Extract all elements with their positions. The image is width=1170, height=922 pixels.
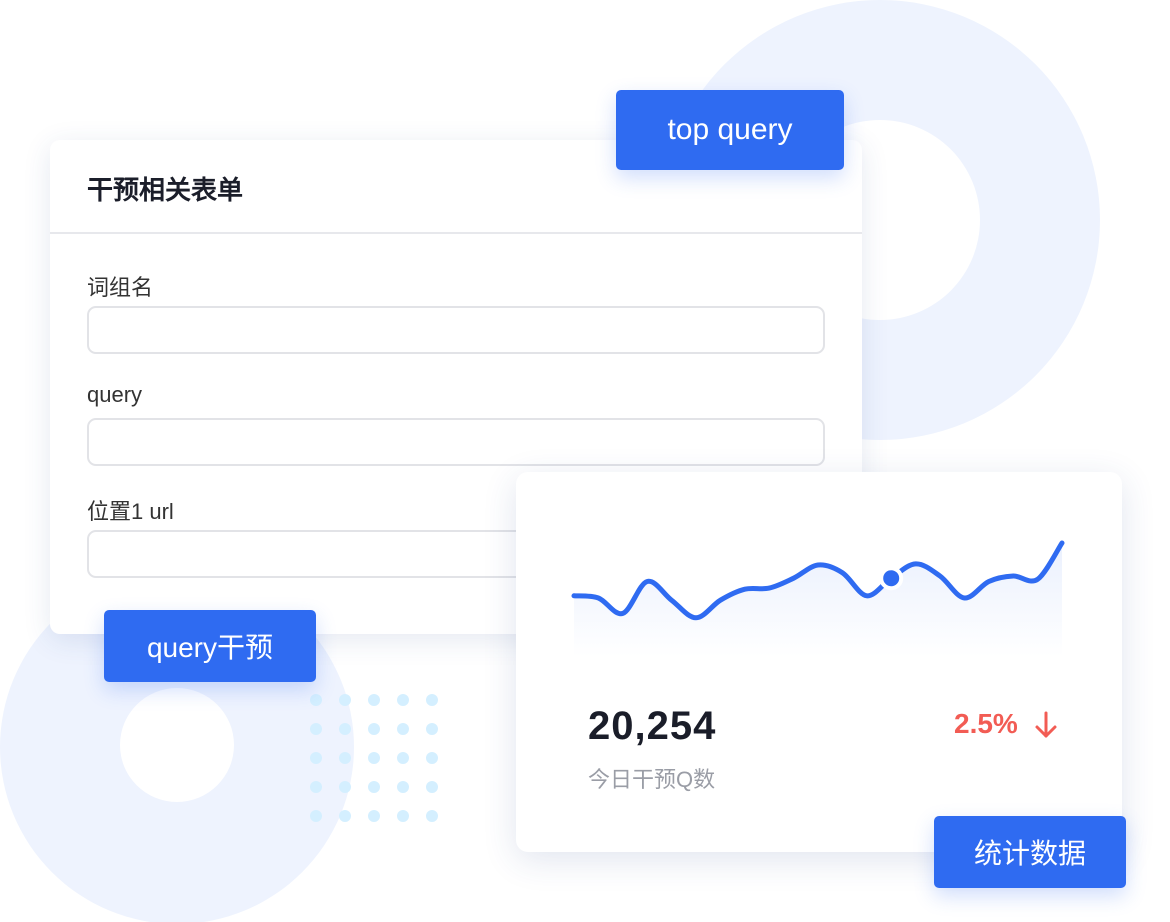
query-input[interactable] xyxy=(87,418,825,466)
decor-dot xyxy=(310,694,322,706)
decor-dot xyxy=(310,781,322,793)
dot-pattern xyxy=(310,694,438,822)
form-divider xyxy=(50,232,862,234)
decor-dot xyxy=(397,752,409,764)
decor-dot xyxy=(397,781,409,793)
chart-area-fill xyxy=(574,543,1062,657)
chart-highlight-point[interactable] xyxy=(879,566,904,591)
statistics-button[interactable]: 统计数据 xyxy=(934,816,1126,888)
decor-dot xyxy=(368,723,380,735)
decor-dot xyxy=(397,694,409,706)
decor-dot xyxy=(368,694,380,706)
page: 干预相关表单 词组名 query 位置1 url top query query… xyxy=(0,0,1170,922)
intervention-count-value: 20,254 xyxy=(588,704,717,748)
decor-dot xyxy=(368,781,380,793)
background-ring-bottom-hole xyxy=(120,688,234,802)
decor-dot xyxy=(426,781,438,793)
decor-dot xyxy=(310,752,322,764)
query-label: query xyxy=(87,382,143,407)
decor-dot xyxy=(310,723,322,735)
decor-dot xyxy=(368,810,380,822)
intervention-count-caption: 今日干预Q数 xyxy=(588,767,716,792)
decor-dot xyxy=(339,752,351,764)
decor-dot xyxy=(339,810,351,822)
decor-dot xyxy=(397,810,409,822)
decor-dot xyxy=(426,723,438,735)
top-query-button[interactable]: top query xyxy=(616,90,844,170)
position1-url-label: 位置1 url xyxy=(87,499,174,524)
decor-dot xyxy=(368,752,380,764)
decor-dot xyxy=(397,723,409,735)
phrase-group-input[interactable] xyxy=(87,306,825,354)
decor-dot xyxy=(426,694,438,706)
statistics-card: 20,254 今日干预Q数 2.5% xyxy=(516,472,1122,852)
decor-dot xyxy=(426,810,438,822)
change-percentage: 2.5% xyxy=(954,708,1018,739)
arrow-down-icon xyxy=(1035,711,1057,738)
query-intervene-button[interactable]: query干预 xyxy=(104,610,316,682)
form-title: 干预相关表单 xyxy=(87,175,244,205)
decor-dot xyxy=(339,723,351,735)
trend-line-chart xyxy=(571,540,1065,657)
decor-dot xyxy=(339,781,351,793)
phrase-group-label: 词组名 xyxy=(87,275,154,300)
decor-dot xyxy=(339,694,351,706)
decor-dot xyxy=(426,752,438,764)
decor-dot xyxy=(310,810,322,822)
